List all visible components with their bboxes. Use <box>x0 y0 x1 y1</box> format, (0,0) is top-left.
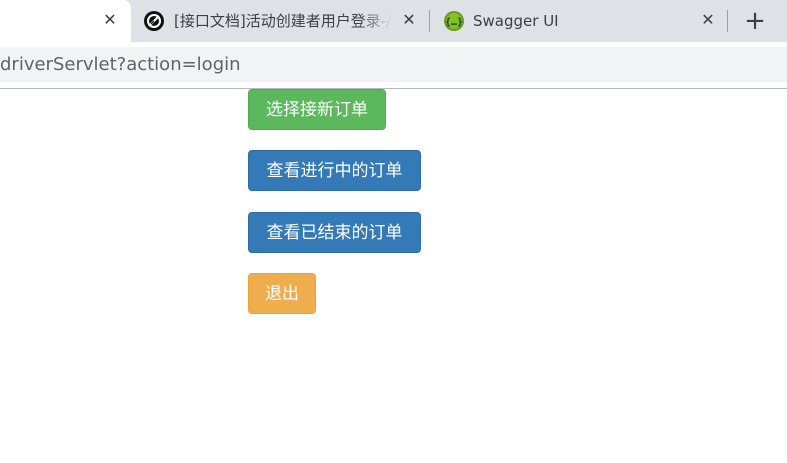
browser-toolbar: driverServlet?action=login <box>0 42 787 89</box>
view-active-orders-button[interactable]: 查看进行中的订单 <box>248 150 421 191</box>
address-url: driverServlet?action=login <box>0 54 241 75</box>
select-new-order-button[interactable]: 选择接新订单 <box>248 89 386 130</box>
view-finished-orders-button[interactable]: 查看已结束的订单 <box>248 212 421 253</box>
close-icon[interactable]: ✕ <box>399 10 419 30</box>
tab-separator <box>727 10 728 32</box>
page-content: 选择接新订单 查看进行中的订单 查看已结束的订单 退出 <box>0 89 787 463</box>
close-icon[interactable]: ✕ <box>698 10 718 30</box>
tab-strip: ✕ [接口文档]活动创建者用户登录-/ ✕ {…} Swagger UI ✕ + <box>0 0 787 42</box>
close-icon[interactable]: ✕ <box>100 10 120 30</box>
tab-swagger-ui[interactable]: {…} Swagger UI ✕ <box>431 0 727 42</box>
swagger-icon: {…} <box>444 11 464 31</box>
svg-text:{…}: {…} <box>445 17 463 28</box>
tab-title: Swagger UI <box>473 12 559 30</box>
tab-title: [接口文档]活动创建者用户登录-/ <box>174 12 392 30</box>
tab-api-docs[interactable]: [接口文档]活动创建者用户登录-/ ✕ <box>131 0 429 42</box>
new-tab-icon[interactable]: + <box>742 8 768 35</box>
address-bar[interactable]: driverServlet?action=login <box>0 47 787 82</box>
tab-separator <box>429 10 430 32</box>
dial-icon <box>144 11 164 31</box>
tab-active[interactable]: ✕ <box>0 0 131 42</box>
logout-button[interactable]: 退出 <box>248 273 316 314</box>
